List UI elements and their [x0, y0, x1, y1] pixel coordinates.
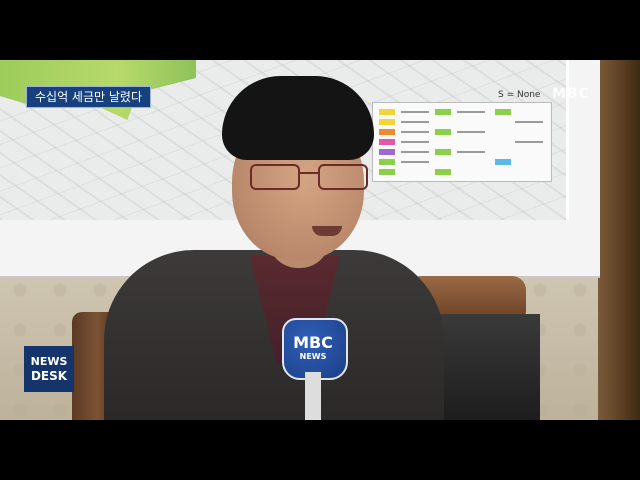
microphone-handle	[305, 372, 321, 420]
map-note: S = None	[498, 90, 541, 100]
map-legend	[372, 102, 552, 182]
letterbox-top	[0, 0, 640, 60]
wooden-pillar	[598, 60, 640, 420]
channel-watermark: MBC	[552, 86, 590, 102]
glasses-left-lens	[250, 164, 300, 190]
news-desk-line1: NEWS	[30, 355, 68, 368]
glasses-bridge	[298, 172, 318, 174]
glasses-right-lens	[318, 164, 368, 190]
mic-brand: MBC	[293, 333, 333, 352]
video-frame: S = None MBC NEWS 수십억 세금만 날렸다 MBC NEWS D…	[0, 60, 640, 420]
letterbox-bottom	[0, 420, 640, 480]
person-hair	[222, 76, 374, 160]
mic-sub: NEWS	[299, 352, 327, 361]
news-caption: 수십억 세금만 날렸다	[26, 86, 151, 108]
microphone-logo: MBC NEWS	[282, 335, 344, 361]
news-desk-logo: NEWS DESK	[24, 346, 74, 392]
news-desk-line2: DESK	[30, 369, 68, 383]
